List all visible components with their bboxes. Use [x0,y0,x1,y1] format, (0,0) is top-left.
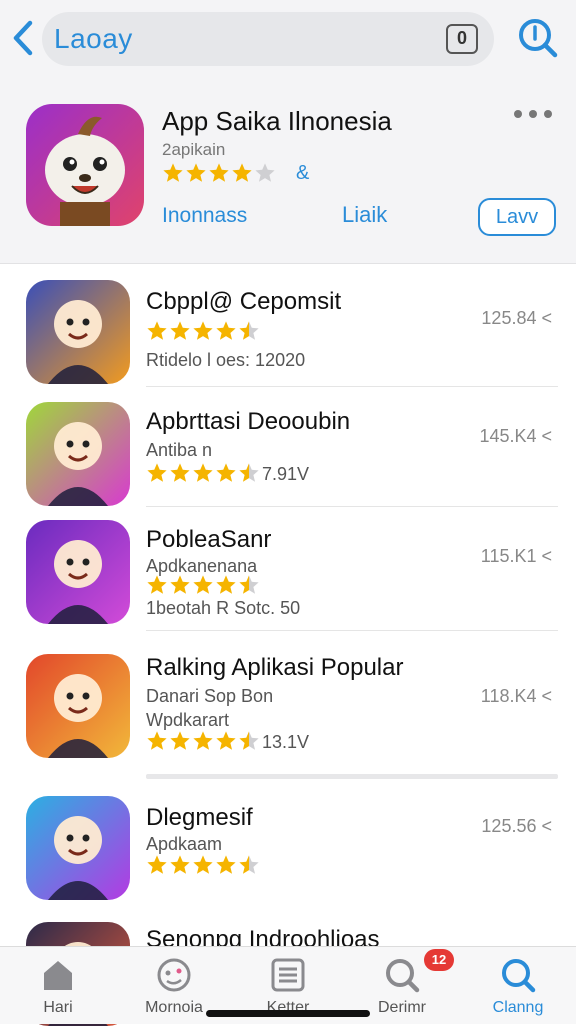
star-icon [239,463,259,482]
tab-list[interactable]: Ketter [238,955,338,1017]
app-meta: 13.1V [262,732,310,752]
search-input-text: Laoay [54,23,133,54]
featured-app-link-secondary[interactable]: Liaik [342,202,387,228]
star-icon [216,321,236,340]
featured-app-subtitle: 2apikain [162,140,226,159]
star-icon [147,855,167,874]
star-icon [147,321,167,340]
featured-app-link-primary[interactable]: Inonnass [162,204,247,228]
app-subtitle: Apdkaam [146,834,223,854]
star-icon [193,731,213,750]
search-button[interactable] [516,16,560,60]
app-size: 125.56 < [481,816,552,836]
app-size: 118.K4 < [480,686,552,706]
app-title: Apbrttasi Deooubin [146,408,351,435]
tab-search-active[interactable]: Clanng [468,955,568,1017]
app-icon [26,796,130,900]
featured-app-card[interactable]: App Saika Ilnonesia 2apikain & Inonnass … [0,82,576,264]
star-icon [147,731,167,750]
star-icon [170,575,190,594]
list-icon [271,958,305,992]
notification-badge: 12 [424,949,454,971]
star-icon [239,731,259,750]
star-icon [193,575,213,594]
star-icon [170,731,190,750]
app-rating [146,730,261,752]
app-icon [26,280,130,384]
app-title: Dlegmesif [146,804,253,831]
featured-app-amp: & [296,162,310,184]
star-icon [209,163,229,182]
star-icon [239,855,259,874]
app-title: PobleaSanr [146,526,272,553]
row-divider [146,630,558,631]
app-size: 145.K4 < [479,426,552,446]
app-size: 125.84 < [481,308,552,328]
top-bar: Laoay 0 [0,0,576,82]
back-button[interactable] [8,18,38,58]
app-subtitle: Danari Sop Bon [146,686,274,706]
app-icon [26,402,130,506]
app-meta: 1beotah R Sotc. 50 [146,598,301,618]
section-divider [146,774,558,779]
search-icon [519,19,558,58]
app-subtitle: Antiba n [146,440,213,460]
app-rating [146,462,261,484]
more-options-button[interactable] [514,110,552,118]
app-meta: Rtidelo l oes: 12020 [146,350,306,370]
star-icon [193,321,213,340]
search-active-icon [502,959,536,993]
featured-app-icon [26,104,144,226]
star-icon [186,163,206,182]
app-meta: 7.91V [262,464,310,484]
star-icon [170,463,190,482]
search-input[interactable]: Laoay 0 [42,12,494,66]
star-icon [239,575,259,594]
app-icon [26,654,130,758]
star-icon [216,731,236,750]
star-icon [163,163,183,182]
star-icon [170,855,190,874]
star-icon [232,163,252,182]
home-indicator [206,1010,370,1017]
featured-app-get-button[interactable]: Lavv [478,198,556,236]
chevron-left-icon [13,20,33,56]
star-icon [216,855,236,874]
app-rating [146,320,261,342]
star-icon [239,321,259,340]
featured-app-title: App Saika Ilnonesia [162,106,392,136]
home-icon [44,961,72,990]
star-icon [216,575,236,594]
star-icon [216,463,236,482]
tab-chat[interactable]: Mornoia [124,955,224,1017]
star-icon [147,463,167,482]
featured-app-rating [162,162,277,184]
app-icon [26,520,130,624]
star-icon [255,163,275,182]
chat-face-icon [157,958,191,992]
app-title: Ralking Aplikasi Popular [146,654,404,681]
app-subtitle-secondary: Wpdkarart [146,710,230,730]
star-icon [193,463,213,482]
star-icon [147,575,167,594]
row-divider [146,386,558,387]
search-icon [386,959,420,993]
app-rating [146,854,261,876]
tab-home-label: Hari [43,999,73,1016]
star-icon [170,321,190,340]
row-divider [146,506,558,507]
app-title: Cbppl@ Cepomsit [146,288,342,315]
star-icon [193,855,213,874]
app-rating [146,574,261,596]
app-size: 115.K1 < [480,546,552,566]
tab-count-badge[interactable]: 0 [446,24,478,54]
tab-search-active-label: Clanng [492,999,544,1016]
tab-home[interactable]: Hari [8,955,108,1017]
